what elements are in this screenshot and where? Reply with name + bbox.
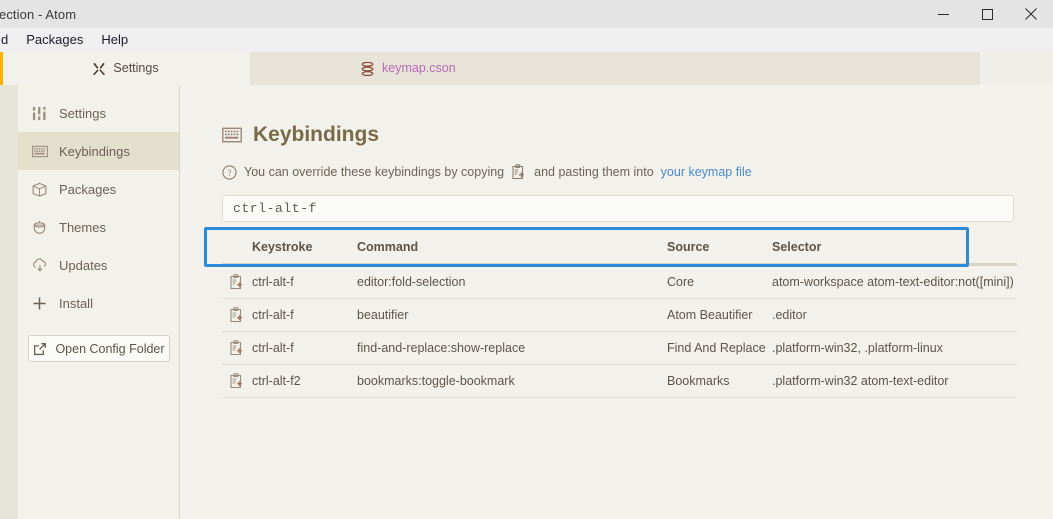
selector-value: .platform-win32, .platform-linux: [772, 341, 1017, 355]
clippy-icon[interactable]: [230, 340, 244, 356]
sidebar-item-install-label: Install: [59, 297, 93, 310]
hint-middle: and pasting them into: [534, 165, 654, 179]
selector-value: .editor: [772, 308, 1017, 322]
page-title: Keybindings: [222, 123, 1015, 147]
row-keystroke-cell: ctrl-alt-f2: [222, 373, 357, 389]
tab-keymap-cson[interactable]: keymap.cson: [250, 52, 980, 85]
row-keystroke-cell: ctrl-alt-f: [222, 307, 357, 323]
open-config-folder-label: Open Config Folder: [55, 342, 164, 356]
clippy-icon[interactable]: [230, 307, 244, 323]
keymap-file-link[interactable]: your keymap file: [661, 165, 752, 179]
database-icon: [360, 61, 375, 76]
column-header-selector[interactable]: Selector: [772, 240, 1017, 254]
command-value: bookmarks:toggle-bookmark: [357, 374, 667, 388]
sidebar-item-install[interactable]: Install: [18, 284, 179, 322]
sidebar-item-themes[interactable]: Themes: [18, 208, 179, 246]
left-gutter: [0, 85, 18, 519]
table-row[interactable]: ctrl-alt-f find-and-replace:show-replace…: [222, 332, 1017, 365]
keybindings-table: Keystroke Command Source Selector: [222, 231, 1017, 398]
clippy-icon[interactable]: [230, 373, 244, 389]
sidebar-item-updates-label: Updates: [59, 259, 107, 272]
close-button[interactable]: [1009, 0, 1053, 28]
open-config-folder-button[interactable]: Open Config Folder: [28, 335, 170, 362]
table-row[interactable]: ctrl-alt-f editor:fold-selection Core at…: [222, 266, 1017, 299]
source-value: Find And Replace: [667, 341, 772, 355]
cloud-download-icon: [31, 257, 48, 274]
settings-sidebar: Settings: [18, 85, 180, 519]
column-header-command[interactable]: Command: [357, 240, 667, 254]
sidebar-item-settings[interactable]: Settings: [18, 94, 179, 132]
menu-bar: d Packages Help: [0, 28, 1053, 52]
sidebar-item-keybindings-label: Keybindings: [59, 145, 130, 158]
title-bar: lection - Atom: [0, 0, 1053, 28]
hint-prefix: You can override these keybindings by co…: [244, 165, 504, 179]
question-circle-icon: ?: [222, 165, 237, 180]
table-row[interactable]: ctrl-alt-f beautifier Atom Beautifier .e…: [222, 299, 1017, 332]
body: Settings: [0, 85, 1053, 519]
minimize-button[interactable]: [921, 0, 965, 28]
clippy-icon[interactable]: [512, 164, 526, 180]
column-header-source[interactable]: Source: [667, 240, 772, 254]
svg-text:?: ?: [228, 167, 232, 177]
tab-bar: Settings keymap.cson: [0, 52, 1053, 85]
column-header-keystroke[interactable]: Keystroke: [252, 240, 357, 254]
source-value: Bookmarks: [667, 374, 772, 388]
window-controls: [921, 0, 1053, 28]
window-title: lection - Atom: [0, 7, 76, 22]
tools-icon: [91, 61, 106, 76]
keystroke-value: ctrl-alt-f: [252, 275, 294, 289]
command-value: editor:fold-selection: [357, 275, 667, 289]
row-keystroke-cell: ctrl-alt-f: [222, 274, 357, 290]
sidebar-item-packages-label: Packages: [59, 183, 116, 196]
source-value: Atom Beautifier: [667, 308, 772, 322]
keystroke-value: ctrl-alt-f: [252, 308, 294, 322]
table-row[interactable]: ctrl-alt-f2 bookmarks:toggle-bookmark Bo…: [222, 365, 1017, 398]
command-value: beautifier: [357, 308, 667, 322]
maximize-button[interactable]: [965, 0, 1009, 28]
source-value: Core: [667, 275, 772, 289]
search-input[interactable]: ctrl-alt-f: [222, 195, 1014, 222]
keyboard-icon: [31, 143, 48, 160]
tab-keymap-label: keymap.cson: [382, 62, 456, 75]
sidebar-item-packages[interactable]: Packages: [18, 170, 179, 208]
command-value: find-and-replace:show-replace: [357, 341, 667, 355]
external-link-icon: [33, 342, 47, 356]
menu-item-help[interactable]: Help: [92, 28, 137, 52]
clippy-icon[interactable]: [230, 274, 244, 290]
keystroke-value: ctrl-alt-f: [252, 341, 294, 355]
menu-item-find[interactable]: d: [0, 28, 17, 52]
selector-value: .platform-win32 atom-text-editor: [772, 374, 1017, 388]
row-keystroke-cell: ctrl-alt-f: [222, 340, 357, 356]
table-header-row: Keystroke Command Source Selector: [222, 231, 1017, 266]
sidebar-item-settings-label: Settings: [59, 107, 106, 120]
keystroke-value: ctrl-alt-f2: [252, 374, 301, 388]
tab-settings-label: Settings: [113, 62, 158, 75]
keyboard-icon: [222, 127, 242, 143]
sidebar-item-keybindings[interactable]: Keybindings: [18, 132, 179, 170]
menu-item-packages[interactable]: Packages: [17, 28, 92, 52]
package-icon: [31, 181, 48, 198]
keybindings-hint: ? You can override these keybindings by …: [222, 164, 1015, 180]
paintbucket-icon: [31, 219, 48, 236]
sidebar-item-updates[interactable]: Updates: [18, 246, 179, 284]
tab-settings[interactable]: Settings: [0, 52, 250, 85]
page-title-text: Keybindings: [253, 123, 379, 147]
main-content: Keybindings ? You can override these key…: [180, 85, 1053, 519]
sliders-icon: [31, 105, 48, 122]
sidebar-item-themes-label: Themes: [59, 221, 106, 234]
plus-icon: [31, 295, 48, 312]
atom-window: lection - Atom d Packages Help: [0, 0, 1053, 519]
selector-value: atom-workspace atom-text-editor:not([min…: [772, 275, 1017, 289]
